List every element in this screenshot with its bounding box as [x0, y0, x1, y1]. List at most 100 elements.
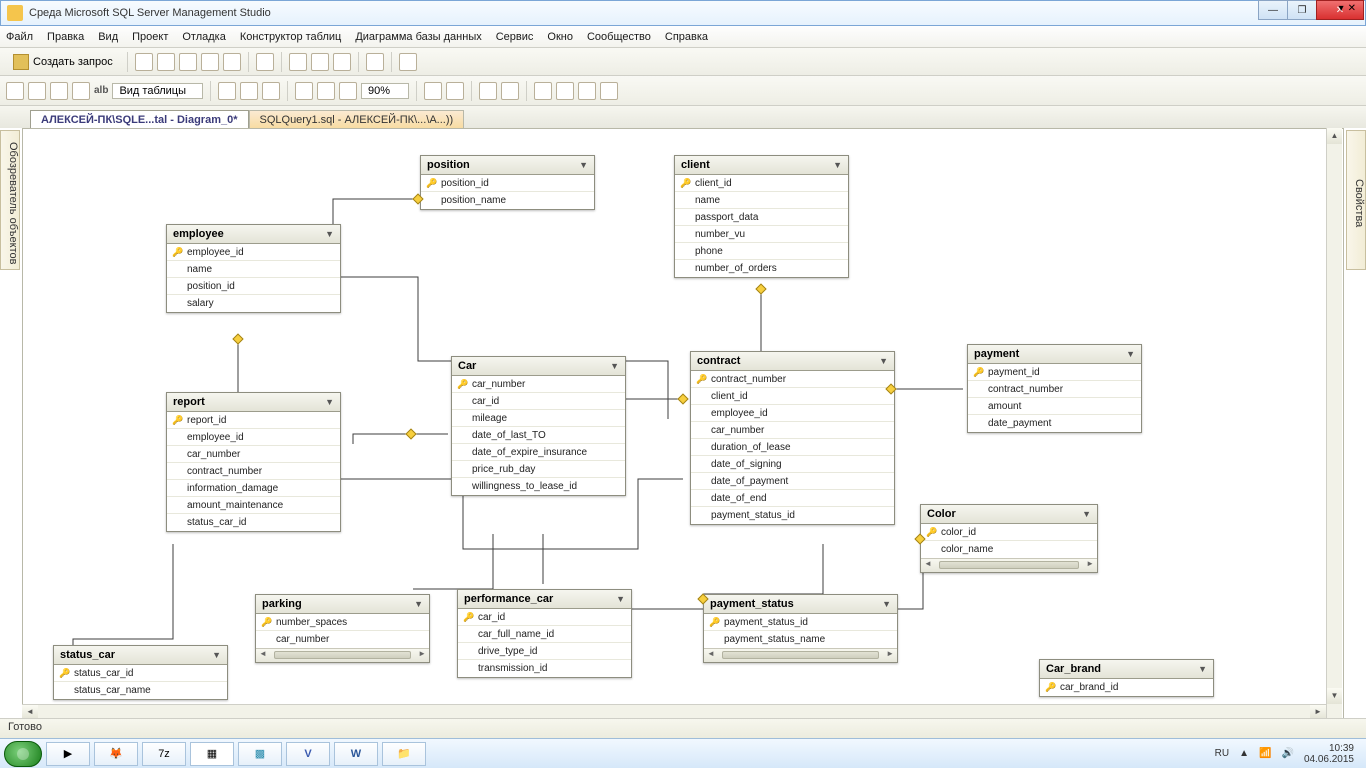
column-row[interactable]: 🔑contract_number: [691, 371, 894, 388]
taskbar-7zip-icon[interactable]: 7z: [142, 742, 186, 766]
vertical-scrollbar[interactable]: ▲▼: [1326, 128, 1342, 720]
toolbar-icon[interactable]: [317, 82, 335, 100]
column-row[interactable]: information_damage: [167, 480, 340, 497]
column-row[interactable]: car_number: [691, 422, 894, 439]
column-row[interactable]: payment_status_name: [704, 631, 897, 648]
taskbar-app[interactable]: ▩: [238, 742, 282, 766]
toolbar-icon[interactable]: [6, 82, 24, 100]
table-report[interactable]: report▼ 🔑report_idemployee_idcar_numberc…: [166, 392, 341, 532]
toolbar-icon[interactable]: [157, 53, 175, 71]
table-color[interactable]: Color▼ 🔑color_idcolor_name: [920, 504, 1098, 573]
column-row[interactable]: 🔑payment_status_id: [704, 614, 897, 631]
column-row[interactable]: date_of_end: [691, 490, 894, 507]
open-icon[interactable]: [289, 53, 307, 71]
toolbar-icon[interactable]: [534, 82, 552, 100]
tray-lang[interactable]: RU: [1215, 748, 1229, 759]
table-payment[interactable]: payment▼ 🔑payment_idcontract_numberamoun…: [967, 344, 1142, 433]
dropdown-icon[interactable]: ▾: [1339, 3, 1344, 14]
toolbar-icon[interactable]: [366, 53, 384, 71]
toolbar-icon[interactable]: [179, 53, 197, 71]
column-row[interactable]: amount: [968, 398, 1141, 415]
object-explorer-tab[interactable]: Обозреватель объектов: [0, 130, 20, 270]
column-row[interactable]: 🔑client_id: [675, 175, 848, 192]
column-row[interactable]: mileage: [452, 410, 625, 427]
taskbar-ssms-icon[interactable]: ▦: [190, 742, 234, 766]
tab-sqlquery[interactable]: SQLQuery1.sql - АЛЕКСЕЙ-ПК\...\A...)): [249, 110, 465, 129]
table-performance-car[interactable]: performance_car▼ 🔑car_idcar_full_name_id…: [457, 589, 632, 678]
toolbar-icon[interactable]: [256, 53, 274, 71]
toolbar-icon[interactable]: [600, 82, 618, 100]
column-row[interactable]: 🔑car_brand_id: [1040, 679, 1213, 696]
tray-sound-icon[interactable]: 🔊: [1281, 748, 1293, 759]
column-row[interactable]: name: [675, 192, 848, 209]
save-all-icon[interactable]: [333, 53, 351, 71]
column-row[interactable]: 🔑status_car_id: [54, 665, 227, 682]
column-row[interactable]: 🔑car_id: [458, 609, 631, 626]
menu-community[interactable]: Сообщество: [587, 31, 651, 43]
menu-tools[interactable]: Сервис: [496, 31, 534, 43]
column-row[interactable]: color_name: [921, 541, 1097, 558]
toolbar-icon[interactable]: [446, 82, 464, 100]
table-payment-status[interactable]: payment_status▼ 🔑payment_status_idpaymen…: [703, 594, 898, 663]
taskbar-visio-icon[interactable]: V: [286, 742, 330, 766]
tray-network-icon[interactable]: 📶: [1259, 748, 1271, 759]
taskbar-word-icon[interactable]: W: [334, 742, 378, 766]
column-row[interactable]: 🔑color_id: [921, 524, 1097, 541]
column-row[interactable]: duration_of_lease: [691, 439, 894, 456]
taskbar-firefox-icon[interactable]: 🦊: [94, 742, 138, 766]
menu-project[interactable]: Проект: [132, 31, 168, 43]
column-row[interactable]: employee_id: [691, 405, 894, 422]
column-row[interactable]: date_of_signing: [691, 456, 894, 473]
table-employee[interactable]: employee▼ 🔑employee_idnameposition_idsal…: [166, 224, 341, 313]
column-row[interactable]: status_car_id: [167, 514, 340, 531]
properties-tab[interactable]: Свойства: [1346, 130, 1366, 270]
column-row[interactable]: position_id: [167, 278, 340, 295]
column-row[interactable]: 🔑payment_id: [968, 364, 1141, 381]
column-row[interactable]: car_number: [256, 631, 429, 648]
table-parking[interactable]: parking▼ 🔑number_spacescar_number: [255, 594, 430, 663]
column-row[interactable]: number_vu: [675, 226, 848, 243]
minimize-button[interactable]: —: [1258, 0, 1288, 20]
menu-edit[interactable]: Правка: [47, 31, 84, 43]
toolbar-icon[interactable]: [50, 82, 68, 100]
toolbar-icon[interactable]: [262, 82, 280, 100]
toolbar-icon[interactable]: [240, 82, 258, 100]
toolbar-icon[interactable]: [578, 82, 596, 100]
table-contract[interactable]: contract▼ 🔑contract_numberclient_idemplo…: [690, 351, 895, 525]
scrollbar[interactable]: [921, 558, 1097, 572]
toolbar-icon[interactable]: [399, 53, 417, 71]
scrollbar[interactable]: [704, 648, 897, 662]
toolbar-icon[interactable]: [201, 53, 219, 71]
toolbar-icon[interactable]: [135, 53, 153, 71]
column-row[interactable]: date_of_payment: [691, 473, 894, 490]
column-row[interactable]: 🔑position_id: [421, 175, 594, 192]
column-row[interactable]: drive_type_id: [458, 643, 631, 660]
toolbar-icon[interactable]: [339, 82, 357, 100]
tray-flag-icon[interactable]: ▲: [1239, 748, 1249, 759]
taskbar-folder-icon[interactable]: 📁: [382, 742, 426, 766]
start-button[interactable]: [4, 741, 42, 767]
zoom-dropdown[interactable]: 90%: [361, 83, 409, 99]
column-row[interactable]: employee_id: [167, 429, 340, 446]
maximize-button[interactable]: ❐: [1287, 0, 1317, 20]
table-car-brand[interactable]: Car_brand▼ 🔑car_brand_id: [1039, 659, 1214, 697]
scrollbar[interactable]: [256, 648, 429, 662]
column-row[interactable]: 🔑number_spaces: [256, 614, 429, 631]
column-row[interactable]: car_number: [167, 446, 340, 463]
toolbar-icon[interactable]: [223, 53, 241, 71]
toolbar-icon[interactable]: [479, 82, 497, 100]
menu-file[interactable]: Файл: [6, 31, 33, 43]
column-row[interactable]: price_rub_day: [452, 461, 625, 478]
column-row[interactable]: phone: [675, 243, 848, 260]
menu-window[interactable]: Окно: [547, 31, 573, 43]
column-row[interactable]: car_full_name_id: [458, 626, 631, 643]
column-row[interactable]: amount_maintenance: [167, 497, 340, 514]
column-row[interactable]: 🔑employee_id: [167, 244, 340, 261]
menu-view[interactable]: Вид: [98, 31, 118, 43]
column-row[interactable]: transmission_id: [458, 660, 631, 677]
column-row[interactable]: date_payment: [968, 415, 1141, 432]
tab-diagram[interactable]: АЛЕКСЕЙ-ПК\SQLE...tal - Diagram_0*: [30, 110, 249, 129]
toolbar-icon[interactable]: [72, 82, 90, 100]
toolbar-icon[interactable]: [424, 82, 442, 100]
column-row[interactable]: passport_data: [675, 209, 848, 226]
